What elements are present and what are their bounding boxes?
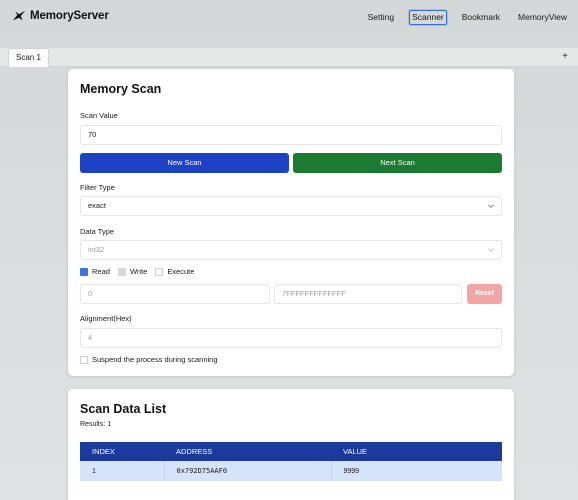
data-type-value: int32 xyxy=(88,245,105,254)
execute-checkbox[interactable] xyxy=(155,267,164,276)
execute-label: Execute xyxy=(167,267,195,276)
suspend-option: Suspend the process during scanning xyxy=(80,355,226,364)
alignment-input[interactable]: 4 xyxy=(80,328,502,348)
add-tab-button[interactable]: + xyxy=(562,50,568,64)
nav-scanner[interactable]: Scanner xyxy=(409,10,447,25)
data-type-label: Data Type xyxy=(80,227,115,236)
bird-icon xyxy=(12,10,26,21)
scan-data-list-card: Scan Data List Results: 1 INDEX ADDRESS … xyxy=(68,389,514,500)
filter-type-value: exact xyxy=(88,201,106,210)
read-label: Read xyxy=(92,267,110,276)
memory-scan-card: Memory Scan Scan Value 70 New Scan Next … xyxy=(68,69,514,376)
write-checkbox[interactable] xyxy=(117,267,126,276)
column-index-header[interactable]: INDEX xyxy=(80,442,164,461)
end-address-input[interactable]: 7FFFFFFFFFFFFF xyxy=(274,284,462,304)
memory-scan-title: Memory Scan xyxy=(80,82,162,96)
alignment-label: Alignment(Hex) xyxy=(80,314,132,323)
scan-results-table: INDEX ADDRESS VALUE 1 0x792D75AAF0 9999 xyxy=(80,442,502,481)
row-value-cell: 9999 xyxy=(330,461,502,481)
chevron-down-icon xyxy=(488,248,494,252)
next-scan-button[interactable]: Next Scan xyxy=(293,153,502,173)
protection-checkboxes: Read Write Execute xyxy=(80,267,202,276)
row-address-cell: 0x792D75AAF0 xyxy=(163,461,331,481)
write-label: Write xyxy=(129,267,148,276)
tab-scan-1[interactable]: Scan 1 xyxy=(8,48,49,67)
nav-memoryview[interactable]: MemoryView xyxy=(515,10,570,25)
suspend-checkbox[interactable] xyxy=(80,355,88,364)
read-checkbox[interactable] xyxy=(80,267,88,276)
brand[interactable]: MemoryServer xyxy=(12,9,109,23)
new-scan-button[interactable]: New Scan xyxy=(80,153,289,173)
column-address-header[interactable]: ADDRESS xyxy=(164,442,331,461)
scan-value-label: Scan Value xyxy=(80,111,118,120)
brand-name: MemoryServer xyxy=(30,10,109,22)
scan-tab-strip: Scan 1 + xyxy=(0,47,578,67)
top-navigation-bar: MemoryServer Setting Scanner Bookmark Me… xyxy=(0,0,578,34)
scan-value-input[interactable]: 70 xyxy=(80,125,502,145)
suspend-label: Suspend the process during scanning xyxy=(92,355,218,364)
results-count: Results: 1 xyxy=(80,421,112,428)
filter-type-label: Filter Type xyxy=(80,183,115,192)
table-row[interactable]: 1 0x792D75AAF0 9999 xyxy=(80,461,502,481)
column-value-header[interactable]: VALUE xyxy=(331,442,502,461)
start-address-input[interactable]: 0 xyxy=(80,284,270,304)
row-index-cell: 1 xyxy=(92,467,96,475)
reset-button[interactable]: Reset xyxy=(467,284,502,304)
nav-bookmark[interactable]: Bookmark xyxy=(459,10,503,25)
nav-setting[interactable]: Setting xyxy=(365,10,397,25)
main-nav: Setting Scanner Bookmark MemoryView xyxy=(353,10,570,25)
filter-type-select[interactable]: exact xyxy=(80,196,502,216)
data-type-select[interactable]: int32 xyxy=(80,240,502,260)
scan-data-list-title: Scan Data List xyxy=(80,402,167,416)
chevron-down-icon xyxy=(488,204,494,208)
table-header-row: INDEX ADDRESS VALUE xyxy=(80,442,502,461)
